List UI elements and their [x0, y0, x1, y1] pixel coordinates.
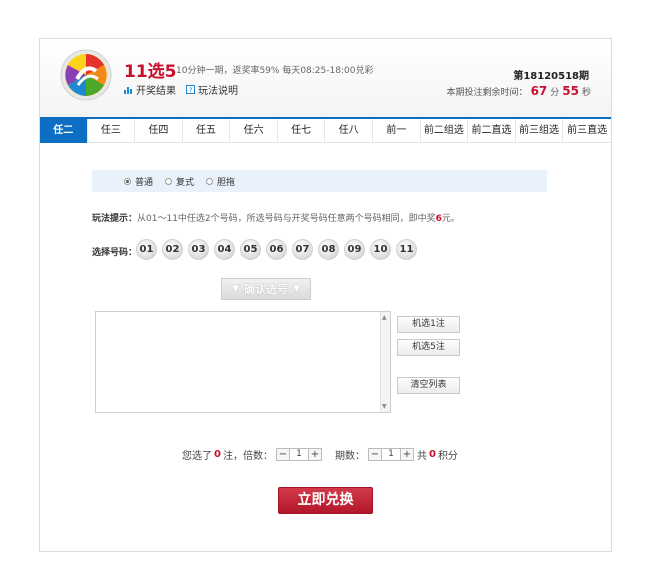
seconds-unit: 秒	[581, 88, 591, 98]
total-points: 0	[428, 449, 436, 460]
tab-ren5[interactable]: 任五	[183, 119, 231, 143]
tab-qian2-group[interactable]: 前二组选	[421, 119, 469, 143]
rules-label: 玩法说明	[198, 86, 238, 97]
ball-09[interactable]: 09	[344, 239, 365, 260]
periods-label: 期数：	[334, 451, 365, 462]
minus-icon[interactable]: −	[368, 449, 381, 460]
redeem-button[interactable]: 立即兑换	[278, 487, 373, 514]
help-icon: ?	[186, 85, 195, 94]
pick-label: 选择号码：	[92, 248, 138, 258]
tab-qian3-direct[interactable]: 前三直选	[563, 119, 611, 143]
countdown-seconds: 55	[562, 84, 579, 98]
play-hint: 玩法提示：从01～11中任选2个号码，所选号码与开奖号码任意两个号码相同，即中奖…	[92, 211, 460, 224]
tab-ren6[interactable]: 任六	[230, 119, 278, 143]
radio-normal[interactable]	[124, 177, 131, 185]
ball-07[interactable]: 07	[292, 239, 313, 260]
bet-count: 0	[214, 449, 221, 460]
header-links: 开奖结果 ? 玩法说明	[124, 82, 238, 97]
mode-normal[interactable]: 普通	[124, 175, 153, 188]
hint-label: 玩法提示：	[92, 214, 138, 224]
confirm-selection-button[interactable]: ▼ 确认选号 ▼	[221, 278, 311, 300]
radio-compound[interactable]	[165, 177, 173, 185]
list-scrollbar[interactable]: ▲ ▼	[380, 312, 390, 412]
plus-icon[interactable]: +	[308, 449, 321, 460]
tab-ren4[interactable]: 任四	[135, 119, 183, 143]
scroll-up-icon[interactable]: ▲	[382, 314, 387, 321]
header: 11选5 10分钟一期，返奖率59% 每天08:25-18:00兑彩 开奖结果 …	[40, 39, 611, 117]
countdown-label: 本期投注剩余时间：	[446, 88, 528, 98]
plus-icon[interactable]: +	[400, 449, 413, 460]
minus-icon[interactable]: −	[276, 449, 289, 460]
tab-ren2[interactable]: 任二	[40, 119, 88, 143]
lottery-logo-icon	[60, 49, 112, 101]
tab-qian3-group[interactable]: 前三组选	[516, 119, 564, 143]
arrow-down-icon: ▼	[293, 284, 300, 294]
lottery-panel: 11选5 10分钟一期，返奖率59% 每天08:25-18:00兑彩 开奖结果 …	[39, 38, 612, 552]
minutes-unit: 分	[550, 88, 560, 98]
draw-results-link[interactable]: 开奖结果	[124, 82, 176, 97]
ball-06[interactable]: 06	[266, 239, 287, 260]
hint-text: 从01～11中任选2个号码，所选号码与开奖号码任意两个号码相同，即中奖	[137, 214, 436, 224]
order-summary: 您选了 0 注，倍数： − 1 + 期数： − 1 + 共 0 积分	[182, 447, 458, 462]
tab-qian1[interactable]: 前一	[373, 119, 421, 143]
ball-01[interactable]: 01	[136, 239, 157, 260]
mode-selector: 普通 复式 胆拖	[92, 170, 547, 192]
period-number: 第18120518期	[513, 71, 589, 82]
draw-info: 10分钟一期，返奖率59% 每天08:25-18:00兑彩	[176, 66, 374, 76]
multiplier-value[interactable]: 1	[288, 449, 309, 460]
rules-link[interactable]: ? 玩法说明	[186, 82, 238, 97]
ball-03[interactable]: 03	[188, 239, 209, 260]
draw-results-label: 开奖结果	[136, 86, 176, 97]
mode-banker[interactable]: 胆拖	[206, 175, 235, 188]
mode-compound[interactable]: 复式	[165, 175, 194, 188]
random-5-button[interactable]: 机选5注	[397, 339, 460, 356]
mode-normal-label: 普通	[135, 177, 154, 188]
page-title: 11选5	[124, 62, 177, 82]
radio-banker[interactable]	[206, 177, 214, 185]
summary-prefix: 您选了	[182, 451, 212, 462]
number-balls: 01 02 03 04 05 06 07 08 09 10 11	[136, 239, 417, 260]
total-prefix: 共	[416, 451, 427, 462]
scroll-down-icon[interactable]: ▼	[382, 403, 387, 410]
ball-05[interactable]: 05	[240, 239, 261, 260]
countdown-minutes: 67	[530, 84, 548, 98]
confirm-label: 确认选号	[244, 283, 288, 296]
random-1-button[interactable]: 机选1注	[397, 316, 460, 333]
bar-chart-icon	[124, 87, 132, 94]
total-unit: 积分	[437, 451, 458, 462]
mode-compound-label: 复式	[176, 177, 195, 188]
hint-unit: 元。	[441, 214, 460, 224]
tab-qian2-direct[interactable]: 前二直选	[468, 119, 516, 143]
multiplier-stepper[interactable]: − 1 +	[275, 448, 322, 461]
play-type-tabs: 任二 任三 任四 任五 任六 任七 任八 前一 前二组选 前二直选 前三组选 前…	[40, 117, 611, 143]
tab-ren3[interactable]: 任三	[88, 119, 136, 143]
ball-04[interactable]: 04	[214, 239, 235, 260]
clear-list-button[interactable]: 清空列表	[397, 377, 460, 394]
ball-10[interactable]: 10	[370, 239, 391, 260]
periods-value[interactable]: 1	[380, 449, 401, 460]
count-unit: 注，倍数：	[222, 451, 273, 462]
mode-banker-label: 胆拖	[217, 177, 236, 188]
tab-ren7[interactable]: 任七	[278, 119, 326, 143]
arrow-down-icon: ▼	[232, 284, 239, 294]
ball-08[interactable]: 08	[318, 239, 339, 260]
periods-stepper[interactable]: − 1 +	[367, 448, 414, 461]
tab-ren8[interactable]: 任八	[325, 119, 374, 143]
svg-text:?: ?	[189, 86, 193, 94]
countdown: 本期投注剩余时间： 67 分 55 秒	[447, 84, 591, 98]
ball-11[interactable]: 11	[396, 239, 417, 260]
selection-list[interactable]: ▲ ▼	[95, 311, 391, 413]
ball-02[interactable]: 02	[162, 239, 183, 260]
